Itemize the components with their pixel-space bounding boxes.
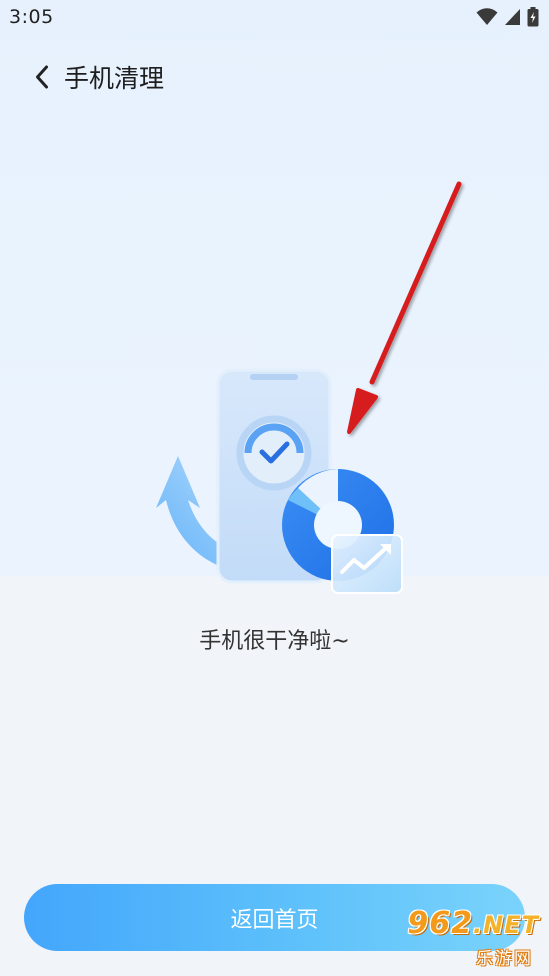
watermark-logo: 962.NET 乐游网 <box>403 906 543 972</box>
status-time: 3:05 <box>9 6 54 28</box>
watermark-subtitle: 乐游网 <box>476 949 533 969</box>
result-message: 手机很干净啦~ <box>199 629 350 654</box>
watermark-logo-text: 962.NET <box>407 906 539 941</box>
page-title: 手机清理 <box>64 64 165 93</box>
cellular-signal-icon <box>504 8 521 30</box>
clean-illustration <box>148 360 418 600</box>
battery-charging-icon <box>527 7 539 31</box>
back-button[interactable] <box>28 62 56 96</box>
status-bar: 3:05 <box>0 0 549 38</box>
chevron-left-icon <box>34 64 50 94</box>
trend-up-icon <box>331 534 403 594</box>
nav-bar: 手机清理 <box>0 52 549 108</box>
wifi-icon <box>476 8 498 30</box>
status-icons <box>476 7 539 31</box>
